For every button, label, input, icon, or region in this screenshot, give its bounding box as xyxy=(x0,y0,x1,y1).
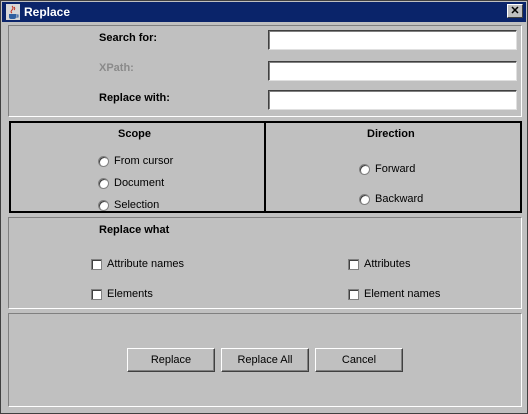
checkbox[interactable] xyxy=(91,258,102,270)
replace-what-panel xyxy=(8,217,522,309)
cancel-button[interactable]: Cancel xyxy=(315,348,403,372)
title-bar: Replace ✕ xyxy=(2,2,526,22)
checkbox[interactable] xyxy=(348,288,359,300)
radio-document[interactable]: Document xyxy=(98,177,164,189)
radio-selection[interactable]: Selection xyxy=(98,199,159,211)
replace-button[interactable]: Replace xyxy=(127,348,215,372)
radio-label: Document xyxy=(114,177,165,189)
radio-button[interactable] xyxy=(98,177,109,189)
search-for-label: Search for: xyxy=(99,32,158,44)
replace-with-input[interactable] xyxy=(268,90,517,110)
radio-label: Selection xyxy=(114,199,160,211)
checkbox[interactable] xyxy=(348,258,359,270)
checkbox-attribute-names[interactable]: Attribute names xyxy=(91,258,184,270)
radio-label: Forward xyxy=(375,163,416,175)
xpath-label: XPath: xyxy=(99,62,134,74)
java-cup-icon xyxy=(6,4,20,20)
checkbox-attributes[interactable]: Attributes xyxy=(348,258,410,270)
radio-button[interactable] xyxy=(359,193,370,205)
radio-from-cursor[interactable]: From cursor xyxy=(98,155,173,167)
scope-title: Scope xyxy=(118,128,152,140)
checkbox[interactable] xyxy=(91,288,102,300)
replace-what-title: Replace what xyxy=(99,224,170,236)
close-icon: ✕ xyxy=(510,4,520,17)
checkbox-label: Attribute names xyxy=(107,258,185,270)
checkbox-label: Elements xyxy=(107,288,153,300)
checkbox-element-names[interactable]: Element names xyxy=(348,288,440,300)
xpath-input[interactable] xyxy=(268,61,517,81)
direction-title: Direction xyxy=(367,128,415,140)
replace-dialog: Replace ✕ Search for: XPath: Replace wit… xyxy=(0,0,528,414)
checkbox-label: Attributes xyxy=(364,258,411,270)
radio-label: From cursor xyxy=(114,155,174,167)
radio-button[interactable] xyxy=(359,163,370,175)
checkbox-elements[interactable]: Elements xyxy=(91,288,153,300)
radio-forward[interactable]: Forward xyxy=(359,163,415,175)
radio-button[interactable] xyxy=(98,199,109,211)
close-button[interactable]: ✕ xyxy=(507,4,523,18)
checkbox-label: Element names xyxy=(364,288,441,300)
replace-with-label: Replace with: xyxy=(99,92,170,104)
replace-all-button[interactable]: Replace All xyxy=(221,348,309,372)
radio-label: Backward xyxy=(375,193,424,205)
window-title: Replace xyxy=(24,5,71,19)
radio-backward[interactable]: Backward xyxy=(359,193,423,205)
radio-button[interactable] xyxy=(98,155,109,167)
search-for-input[interactable] xyxy=(268,30,517,50)
